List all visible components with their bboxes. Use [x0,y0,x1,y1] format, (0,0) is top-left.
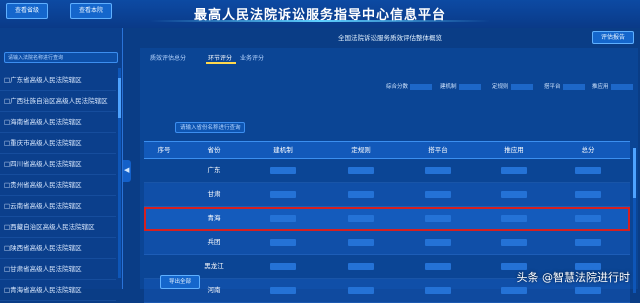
summary-platform: 搭平台 [544,82,585,90]
sidebar-item[interactable]: □云南省高级人民法院辖区 [0,196,116,217]
sidebar-item[interactable]: □青海省高级人民法院辖区 [0,280,116,301]
sidebar-collapse-toggle[interactable]: ◀ [123,160,131,182]
column-header: 总分 [581,146,595,154]
table-scrollbar[interactable] [633,148,636,293]
query-court-button[interactable]: 查看本院 [70,3,112,19]
tab-total-score[interactable]: 质效评估总分 [150,52,186,66]
column-header: 省份 [207,146,221,154]
province-cell: 兵团 [207,238,221,246]
summary-overall: 综合分数 [386,82,433,90]
column-header: 序号 [157,146,171,154]
sidebar-scroll-thumb[interactable] [118,78,121,118]
table-row[interactable]: 广东 [144,159,630,183]
tab-business-score[interactable]: 业务评分 [240,52,264,66]
title-decoration [150,20,490,22]
column-header: 搭平台 [428,146,448,154]
watermark-text: 头条 @智慧法院进行时 [516,271,631,284]
export-report-button[interactable]: 评估报告 [592,31,634,44]
sidebar-item[interactable]: □贵州省高级人民法院辖区 [0,175,116,196]
sidebar-item[interactable]: □广东省高级人民法院辖区 [0,70,116,91]
column-header: 建机制 [273,146,293,154]
court-list: □广东省高级人民法院辖区 □广西壮族自治区高级人民法院辖区 □海南省高级人民法院… [0,70,116,301]
query-province-button[interactable]: 查看省级 [6,3,48,19]
sidebar-item[interactable]: □广西壮族自治区高级人民法院辖区 [0,91,116,112]
court-search-input[interactable]: 请输入法院名称进行查询 [4,52,118,63]
sidebar-item[interactable]: □海南省高级人民法院辖区 [0,112,116,133]
table-scroll-thumb[interactable] [633,148,636,198]
sidebar-item[interactable]: □四川省高级人民法院辖区 [0,154,116,175]
summary-application: 推应用 [592,82,633,90]
chevron-left-icon: ◀ [124,166,130,174]
table-row[interactable]: 甘肃 [144,183,630,207]
province-search-input[interactable]: 请输入省份名称进行查询 [175,122,245,133]
table-header: 序号 省份 建机制 定规则 搭平台 推应用 总分 [144,141,630,159]
column-header: 定规则 [351,146,371,154]
sidebar-item[interactable]: □陕西省高级人民法院辖区 [0,238,116,259]
subtitle-bar: 全国法院诉讼服务质效评估整体概览 评估报告 [140,30,638,44]
summary-rules: 定规则 [492,82,533,90]
sidebar-item[interactable]: □重庆市高级人民法院辖区 [0,133,116,154]
sidebar-item[interactable]: □甘肃省高级人民法院辖区 [0,259,116,280]
province-cell: 青海 [207,214,221,222]
export-all-button[interactable]: 导出全部 [160,275,200,289]
panel-subtitle: 全国法院诉讼服务质效评估整体概览 [338,34,442,42]
top-header: 查看省级 查看本院 最高人民法院诉讼服务指导中心信息平台 [0,0,640,28]
main-panel: 全国法院诉讼服务质效评估整体概览 评估报告 质效评估总分 环节评分 业务评分 综… [140,30,638,303]
table-row[interactable]: 兵团 [144,231,630,255]
sidebar-scrollbar[interactable] [118,68,121,278]
court-sidebar: 请输入法院名称进行查询 □广东省高级人民法院辖区 □广西壮族自治区高级人民法院辖… [0,28,123,301]
table-row-highlighted[interactable]: 青海 [144,207,630,231]
sidebar-item[interactable]: □西藏自治区高级人民法院辖区 [0,217,116,238]
province-cell: 广东 [207,166,221,174]
summary-mechanism: 建机制 [440,82,481,90]
column-header: 推应用 [504,146,524,154]
active-tab-indicator [206,62,236,64]
content-area: 质效评估总分 环节评分 业务评分 综合分数 建机制 定规则 搭平台 推应用 请输… [140,48,638,303]
province-cell: 甘肃 [207,190,221,198]
